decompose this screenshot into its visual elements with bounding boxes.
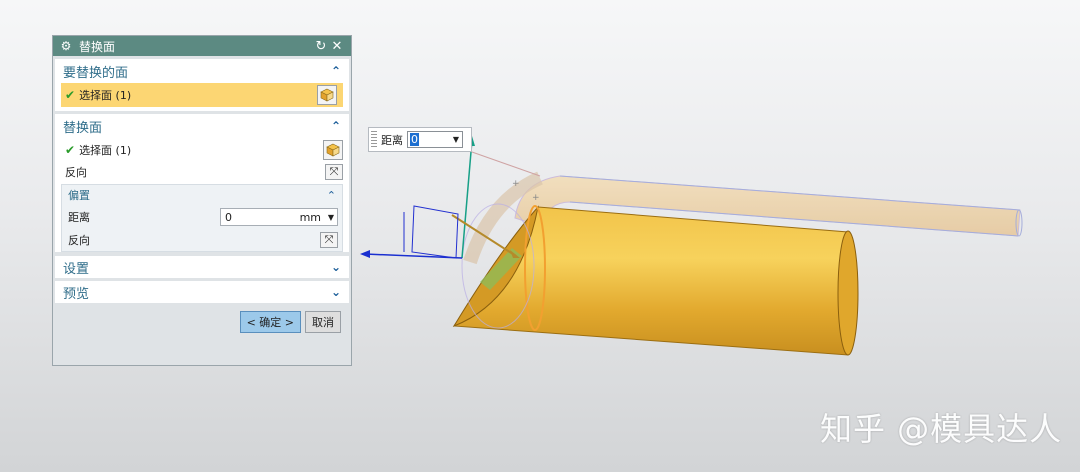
offset-reverse-row: 反向 ⤧ [62,229,342,251]
chevron-down-icon[interactable]: ⌄ [331,285,341,299]
ok-button[interactable]: < 确定 > [239,311,301,333]
cancel-button[interactable]: 取消 [305,311,341,333]
distance-popup-value[interactable]: 0 [410,133,419,146]
chevron-up-icon[interactable]: ⌃ [331,64,341,78]
cylinder-part [452,203,859,356]
offset-header[interactable]: 偏置 ⌃ [62,185,342,205]
offset-distance-input[interactable]: 0 mm ▼ [220,208,338,226]
watermark: 知乎 @模具达人 [820,410,1063,448]
checkmark-icon: ✔ [65,143,76,157]
preview-section[interactable]: 预览 ⌄ [55,281,349,303]
offset-subsection: 偏置 ⌃ 距离 0 mm ▼ 反向 ⤧ [61,184,343,252]
offset-reverse-label: 反向 [68,234,90,247]
dialog-footer: < 确定 > 取消 [53,303,351,333]
dropdown-arrow-icon[interactable]: ▼ [453,135,462,144]
chevron-up-icon[interactable]: ⌃ [327,189,336,202]
checkmark-icon: ✔ [65,88,76,102]
replacement-reverse-label: 反向 [65,166,87,179]
distance-popup-label: 距离 [381,133,403,147]
replacement-face-section: 替换面 ⌃ ✔ 选择面 (1) 反向 ⤧ 偏置 ⌃ 距离 0 mm ▼ 反向 ⤧ [55,114,349,252]
svg-text:+: + [512,179,520,189]
reverse-direction-button[interactable]: ⤧ [325,164,343,180]
dialog-titlebar[interactable]: ⚙ 替换面 ↻ ✕ [53,36,351,56]
select-face-row-active[interactable]: ✔ 选择面 (1) [61,83,343,107]
replacement-face-header[interactable]: 替换面 ⌃ [55,114,349,138]
offset-distance-label: 距离 [68,211,90,224]
close-icon[interactable]: ✕ [329,39,345,54]
offset-distance-unit: mm [299,210,321,224]
replace-face-dialog: ⚙ 替换面 ↻ ✕ 要替换的面 ⌃ ✔ 选择面 (1) 替换面 ⌃ ✔ 选择面 … [52,35,352,366]
face-to-replace-header[interactable]: 要替换的面 ⌃ [55,59,349,83]
reset-icon[interactable]: ↻ [313,39,329,54]
face-to-replace-section: 要替换的面 ⌃ ✔ 选择面 (1) [55,59,349,111]
cube-face-icon [326,143,340,157]
svg-text:+: + [532,193,540,203]
replacement-face-title: 替换面 [63,120,103,136]
offset-distance-value[interactable]: 0 [221,211,300,224]
dialog-title: 替换面 [79,39,116,54]
chevron-up-icon[interactable]: ⌃ [331,119,341,133]
replacement-select-face-row[interactable]: ✔ 选择面 (1) [55,138,349,162]
gear-icon: ⚙ [60,39,72,53]
settings-title: 设置 [63,261,90,277]
face-select-button[interactable] [317,85,337,105]
distance-handle-box[interactable]: 距离 0 ▼ [368,127,472,152]
preview-title: 预览 [63,286,90,302]
replacement-face-select-button[interactable] [323,140,343,160]
drag-grip-icon[interactable] [371,131,377,148]
chevron-down-icon[interactable]: ⌄ [331,260,341,274]
offset-reverse-button[interactable]: ⤧ [320,232,338,248]
settings-section[interactable]: 设置 ⌄ [55,256,349,278]
select-face-label: 选择面 (1) [79,89,132,102]
reverse-arrows-icon: ⤧ [324,233,334,246]
face-to-replace-title: 要替换的面 [63,65,129,81]
dropdown-arrow-icon[interactable]: ▼ [325,213,337,222]
offset-distance-row: 距离 0 mm ▼ [62,205,342,229]
offset-title: 偏置 [68,189,90,202]
replacement-reverse-row: 反向 ⤧ [55,162,349,182]
replacement-select-label: 选择面 (1) [79,144,132,157]
distance-popup-input[interactable]: 0 ▼ [407,131,463,148]
reverse-arrows-icon: ⤧ [329,165,339,178]
cube-face-icon [320,88,334,102]
